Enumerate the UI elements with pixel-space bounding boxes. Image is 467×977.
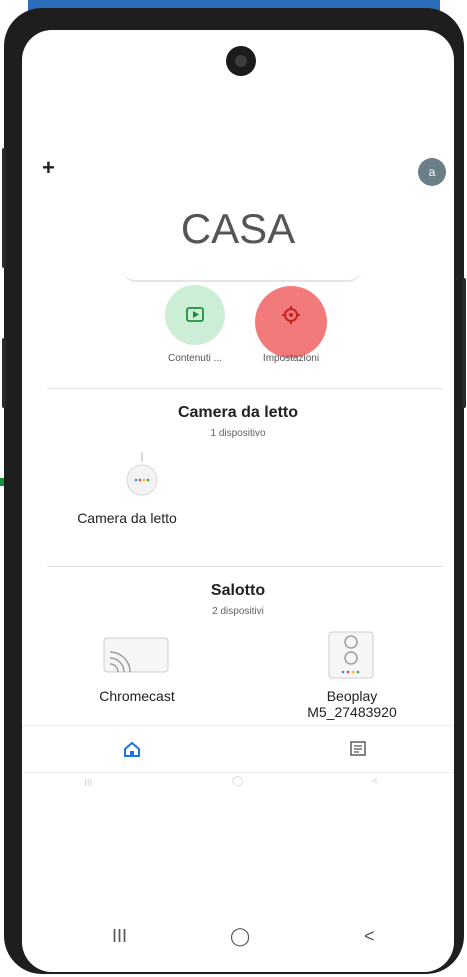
side-button-left <box>2 148 6 268</box>
gear-icon <box>282 306 300 324</box>
chromecast-icon <box>103 637 169 673</box>
room-title-bedroom[interactable]: Camera da letto <box>22 404 454 422</box>
section-divider-1 <box>47 388 443 389</box>
device-label-beoplay-line2: M5_27483920 <box>307 704 397 720</box>
action-media-circle[interactable] <box>165 285 225 345</box>
device-label-bedroom: Camera da letto <box>77 510 177 526</box>
recents-button[interactable]: III <box>112 926 127 947</box>
home-icon[interactable] <box>122 739 142 759</box>
home-address-pill <box>122 262 362 282</box>
home-title: CASA <box>180 205 296 252</box>
section-divider-2 <box>47 566 443 567</box>
action-media-label: Contenuti ... <box>168 353 222 364</box>
action-settings-label: Impostazioni <box>262 353 320 364</box>
speaker-mini-icon <box>126 452 158 496</box>
action-settings-circle[interactable] <box>261 285 321 345</box>
side-button-right <box>462 278 466 408</box>
play-icon <box>186 307 204 322</box>
room-count-bedroom: 1 dispositivo <box>210 428 266 439</box>
back-button[interactable]: < <box>364 926 375 947</box>
room-count-living: 2 dispositivi <box>212 606 264 617</box>
action-settings[interactable]: Impostazioni <box>246 285 336 364</box>
device-label-beoplay: Beoplay M5_27483920 <box>287 688 417 720</box>
device-label-chromecast: Chromecast <box>99 688 175 704</box>
device-beoplay[interactable]: Beoplay M5_27483920 <box>287 630 417 725</box>
speaker-icon <box>328 631 374 679</box>
ghost-recents: III <box>84 778 93 789</box>
device-bedroom-speaker[interactable]: Camera da letto <box>62 450 202 530</box>
device-chromecast[interactable]: Chromecast <box>77 630 197 710</box>
phone-screen: + a CASA Contenuti ... Impostazioni Came… <box>22 30 454 972</box>
room-title-living[interactable]: Salotto <box>22 582 454 600</box>
bottom-navigation <box>22 725 454 773</box>
side-button-left-2 <box>2 338 6 408</box>
system-navigation: III ◯ < <box>22 926 454 954</box>
front-camera <box>226 46 256 76</box>
action-media[interactable]: Contenuti ... <box>150 285 240 364</box>
account-avatar[interactable]: a <box>418 158 446 186</box>
ghost-home: ◯ <box>232 776 244 787</box>
home-button[interactable]: ◯ <box>230 926 250 947</box>
ghost-back: < <box>372 776 378 787</box>
ghost-system-bar: III ◯ < <box>22 776 454 789</box>
feed-icon[interactable] <box>348 739 368 759</box>
device-label-beoplay-line1: Beoplay <box>326 688 378 704</box>
add-icon[interactable]: + <box>42 155 55 181</box>
phone-frame: + a CASA Contenuti ... Impostazioni Came… <box>2 8 466 974</box>
